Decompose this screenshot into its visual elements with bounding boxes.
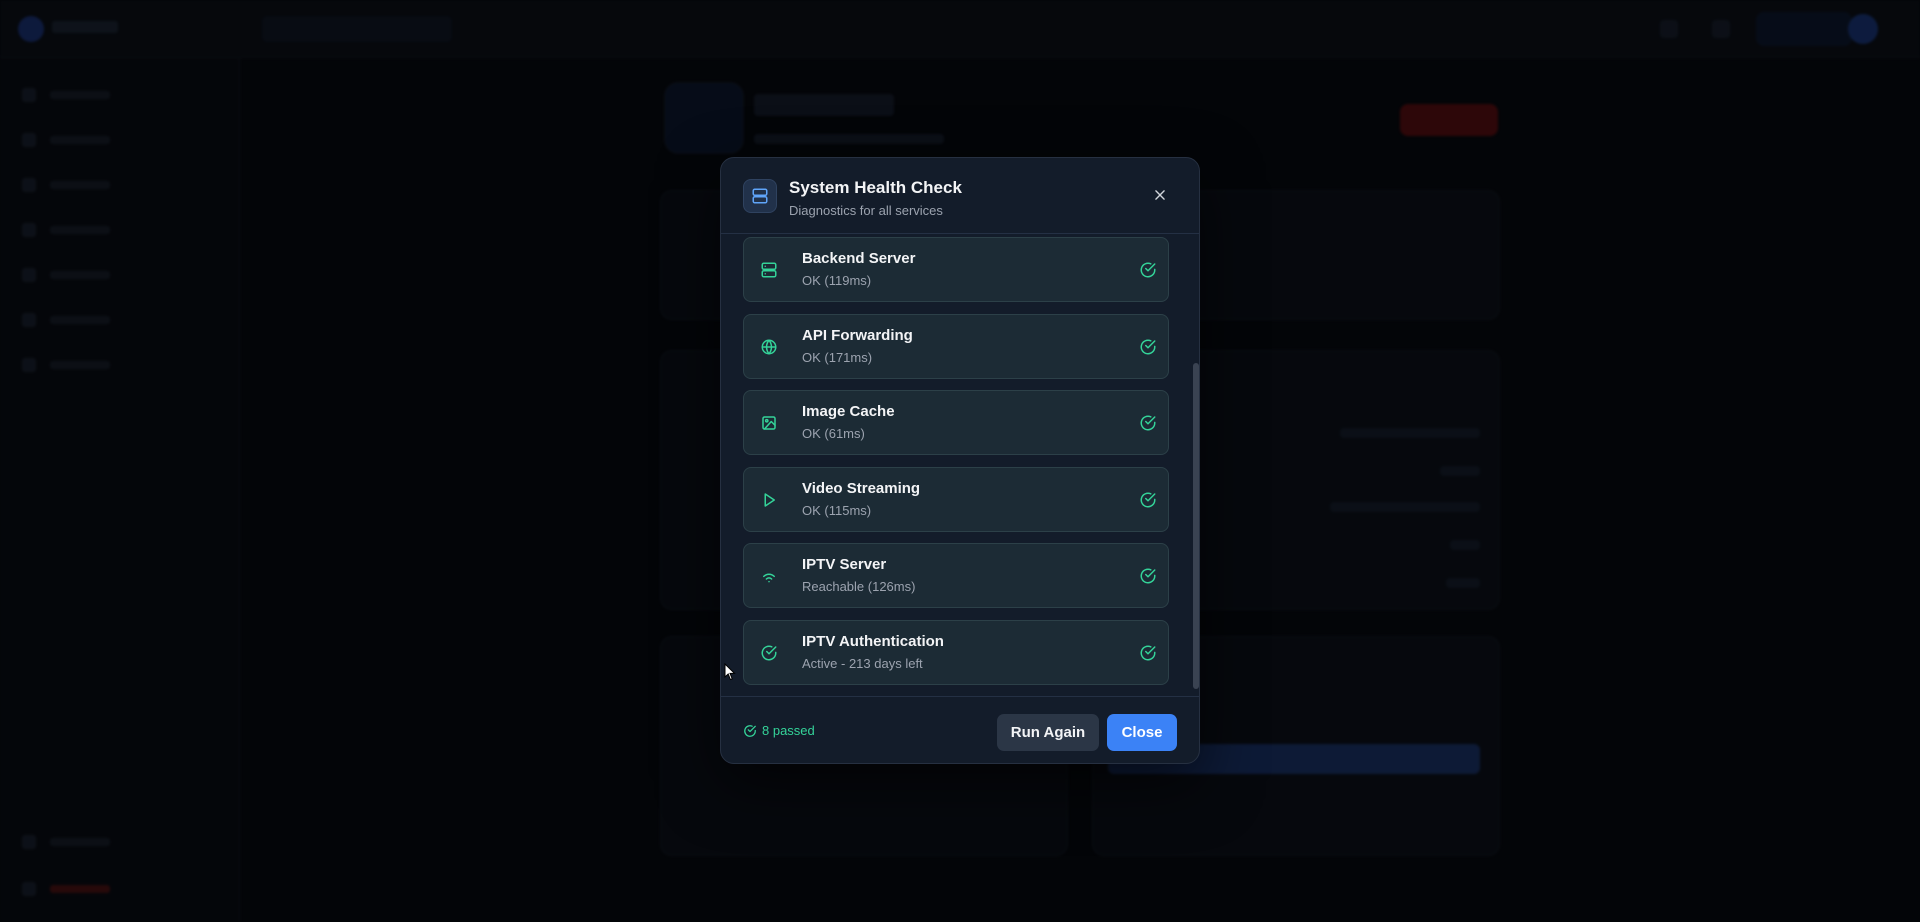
wifi-icon xyxy=(760,567,778,585)
check-status: OK (61ms) xyxy=(802,426,865,441)
checks-list[interactable]: Backend Server OK (119ms) API Forwarding… xyxy=(721,235,1199,691)
check-circle-icon xyxy=(743,724,757,738)
check-name: API Forwarding xyxy=(802,327,913,344)
check-circle-icon xyxy=(1139,261,1157,279)
check-circle-icon xyxy=(1139,338,1157,356)
check-status: Reachable (126ms) xyxy=(802,579,916,594)
mouse-cursor-icon xyxy=(724,662,736,681)
check-name: IPTV Server xyxy=(802,556,887,573)
check-status: OK (115ms) xyxy=(802,503,872,518)
check-name: Image Cache xyxy=(802,403,895,420)
check-circle-icon xyxy=(1139,644,1157,662)
check-circle-icon xyxy=(1139,414,1157,432)
check-circle-icon xyxy=(760,644,778,662)
server-icon xyxy=(760,261,778,279)
modal-title: System Health Check xyxy=(789,178,962,197)
passed-count: 8 passed xyxy=(762,723,815,738)
scroll-thumb[interactable] xyxy=(1193,363,1199,689)
scrollbar[interactable] xyxy=(1193,235,1199,691)
check-name: Backend Server xyxy=(802,250,916,267)
check-circle-icon xyxy=(1139,567,1157,585)
check-status: OK (171ms) xyxy=(802,350,873,365)
check-status: Active - 213 days left xyxy=(802,656,923,671)
check-item-iptv-server: IPTV Server Reachable (126ms) xyxy=(743,543,1169,608)
check-item-api-forwarding: API Forwarding OK (171ms) xyxy=(743,314,1169,379)
modal-footer: 8 passed Run Again Close xyxy=(721,696,1199,763)
passed-summary: 8 passed xyxy=(743,723,815,738)
globe-icon xyxy=(760,338,778,356)
check-name: Video Streaming xyxy=(802,480,921,497)
server-icon xyxy=(743,179,777,213)
check-status: OK (119ms) xyxy=(802,273,872,288)
check-name: IPTV Authentication xyxy=(802,633,944,650)
play-icon xyxy=(760,491,778,509)
check-item-image-cache: Image Cache OK (61ms) xyxy=(743,390,1169,455)
check-item-iptv-authentication: IPTV Authentication Active - 213 days le… xyxy=(743,620,1169,685)
check-item-backend-server: Backend Server OK (119ms) xyxy=(743,237,1169,302)
close-button[interactable]: Close xyxy=(1107,714,1177,751)
modal-header: System Health Check Diagnostics for all … xyxy=(721,158,1199,234)
check-item-video-streaming: Video Streaming OK (115ms) xyxy=(743,467,1169,532)
modal-subtitle: Diagnostics for all services xyxy=(789,203,943,218)
health-check-modal: System Health Check Diagnostics for all … xyxy=(720,157,1200,764)
close-icon[interactable] xyxy=(1152,187,1168,203)
image-icon xyxy=(760,414,778,432)
run-again-button[interactable]: Run Again xyxy=(997,714,1099,751)
check-circle-icon xyxy=(1139,491,1157,509)
